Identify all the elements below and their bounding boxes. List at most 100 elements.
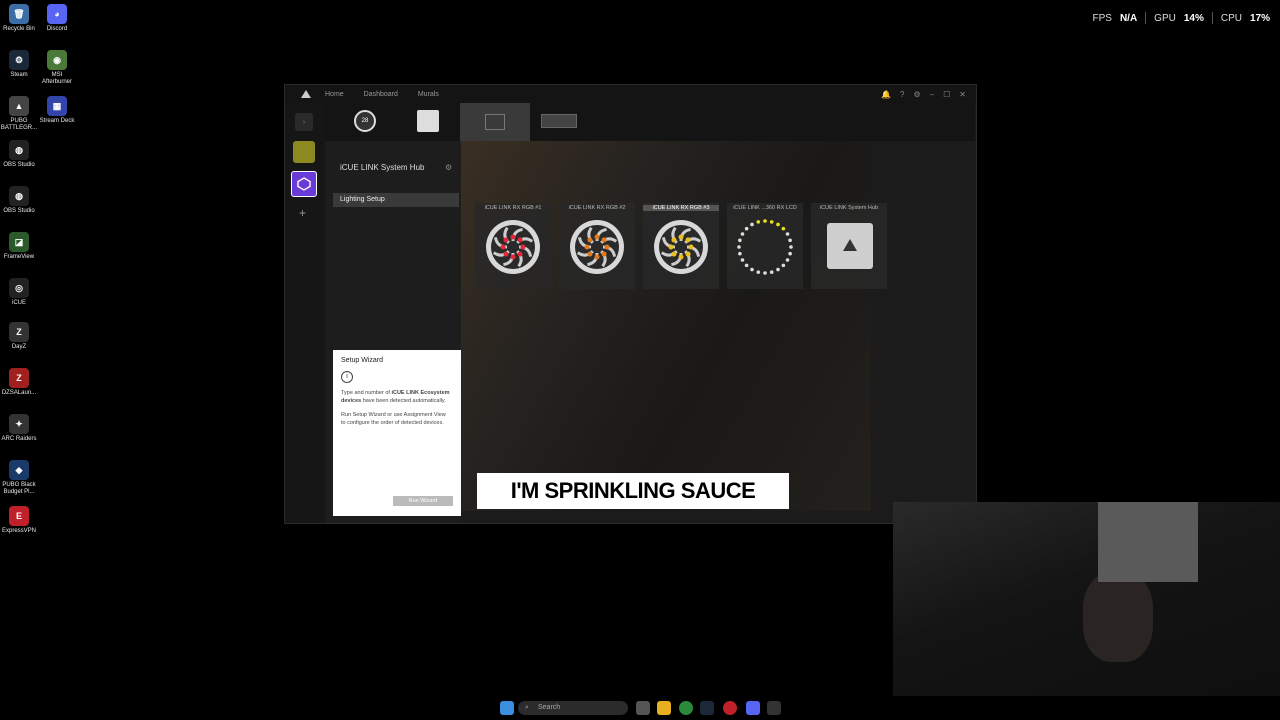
desktop-icon-label: OBS Studio <box>3 162 35 168</box>
desktop-icon[interactable]: Z DZSALaun... <box>0 368 38 397</box>
hub-selected-icon[interactable] <box>291 171 317 197</box>
desktop-icon[interactable]: ◍ OBS Studio <box>0 140 38 169</box>
title-bar: Home Dashboard Murals 🔔 ? ⚙ – ☐ ✕ <box>285 85 976 103</box>
taskbar-search[interactable]: ⌕ Search <box>518 701 628 715</box>
desktop-icon-label: Discord <box>46 26 68 32</box>
main-nav: Home Dashboard Murals <box>325 91 457 98</box>
wizard-text-1: Type and number of iCUE LINK Ecosystem d… <box>341 390 450 404</box>
collapse-button[interactable]: › <box>295 113 313 131</box>
nav-murals[interactable]: Murals <box>418 91 439 98</box>
dzsa-icon: Z <box>9 368 29 388</box>
device-card[interactable]: iCUE LINK RX RGB #3 <box>643 203 719 289</box>
dayz-icon: Z <box>9 322 29 342</box>
desktop-icon-label: PUBG Black Budget Pl... <box>2 482 36 495</box>
desktop-icon[interactable]: ◍ OBS Studio <box>0 186 38 215</box>
desktop-icon[interactable]: ◕ Discord <box>38 4 76 33</box>
discord-icon: ◕ <box>47 4 67 24</box>
discord-taskbar-icon[interactable] <box>746 701 760 715</box>
hub-icon <box>827 223 873 269</box>
desktop-icon-label: DZSALaun... <box>1 390 37 396</box>
device-card[interactable]: iCUE LINK ...360 RX LCD <box>727 203 803 289</box>
hub-settings-icon[interactable]: ⚙ <box>445 163 452 172</box>
performance-overlay: FPS N/A GPU 14% CPU 17% <box>1092 12 1270 24</box>
desktop-icon-label: MSI Afterburner <box>41 72 72 85</box>
device-keyboard-icon[interactable] <box>460 103 530 141</box>
video-caption: I'M SPRINKLING SAUCE <box>477 473 789 509</box>
fan-icon <box>654 220 708 274</box>
desktop-icon-label: Stream Deck <box>39 118 75 124</box>
msi-afterburner-icon: ◉ <box>47 50 67 70</box>
device-card[interactable]: iCUE LINK RX RGB #1 <box>475 203 551 289</box>
desktop-icon[interactable]: ◪ FrameView <box>0 232 38 261</box>
run-wizard-button[interactable]: Run Wizard <box>393 496 453 506</box>
device-badge: 28 <box>361 118 369 124</box>
nav-dashboard[interactable]: Dashboard <box>364 91 398 98</box>
desktop-icon[interactable]: ◎ iCUE <box>0 278 38 307</box>
close-icon[interactable]: ✕ <box>959 90 966 99</box>
chrome-icon[interactable] <box>679 701 693 715</box>
desktop-icon[interactable]: ⚙ Steam <box>0 50 38 79</box>
device-card-label: iCUE LINK System Hub <box>819 205 879 211</box>
icue-icon: ◎ <box>9 278 29 298</box>
fps-label: FPS <box>1092 12 1112 24</box>
taskbar: ⌕ Search <box>0 696 1280 720</box>
device-card-label: iCUE LINK ...360 RX LCD <box>733 205 797 211</box>
lighting-setup-item[interactable]: Lighting Setup <box>333 193 459 207</box>
desktop-icon-label: ARC Raiders <box>1 436 37 442</box>
fan-icon <box>570 220 624 274</box>
minimize-icon[interactable]: – <box>930 90 934 99</box>
cpu-label: CPU <box>1220 12 1242 24</box>
divider <box>1211 12 1213 24</box>
device-fan-icon[interactable] <box>415 108 441 134</box>
windows-start-icon[interactable] <box>500 701 514 715</box>
desktop-icon-label: Recycle Bin <box>3 26 35 32</box>
obs-icon-2: ◍ <box>9 186 29 206</box>
taskbar-app-icon[interactable] <box>723 701 737 715</box>
desktop-icon[interactable]: ◉ MSI Afterburner <box>38 50 76 86</box>
search-icon: ⌕ <box>525 704 529 711</box>
file-explorer-icon[interactable] <box>657 701 671 715</box>
fan-icon <box>486 220 540 274</box>
maximize-icon[interactable]: ☐ <box>943 90 950 99</box>
icue-window: Home Dashboard Murals 🔔 ? ⚙ – ☐ ✕ › + 28 <box>284 84 977 524</box>
divider <box>1145 12 1147 24</box>
task-view-icon[interactable] <box>636 701 650 715</box>
pubg-black-budget-icon: ◆ <box>9 460 29 480</box>
device-card[interactable]: iCUE LINK RX RGB #2 <box>559 203 635 289</box>
desktop-icon[interactable]: E ExpressVPN <box>0 506 38 535</box>
desktop-icon[interactable]: ✦ ARC Raiders <box>0 414 38 443</box>
add-device-icon[interactable]: + <box>299 206 306 220</box>
desktop-icon[interactable]: 🗑 Recycle Bin <box>0 4 38 33</box>
bell-icon[interactable]: 🔔 <box>881 90 891 99</box>
device-card[interactable]: iCUE LINK System Hub <box>811 203 887 289</box>
pubg-icon: ▲ <box>9 96 29 116</box>
steam-icon: ⚙ <box>9 50 29 70</box>
desktop-icon-label: ExpressVPN <box>1 528 36 534</box>
corsair-logo-icon <box>301 90 311 98</box>
settings-gear-icon[interactable]: ⚙ <box>914 90 921 99</box>
desktop-icon[interactable]: Z DayZ <box>0 322 38 351</box>
hub-title: iCUE LINK System Hub <box>340 163 425 172</box>
desktop-icon-label: Steam <box>10 72 28 78</box>
help-icon[interactable]: ? <box>900 90 904 99</box>
recycle-bin-icon: 🗑 <box>9 4 29 24</box>
setup-wizard-card: Setup Wizard i Type and number of iCUE L… <box>333 350 461 516</box>
obs-icon: ◍ <box>9 140 29 160</box>
desktop-icon[interactable]: ◆ PUBG Black Budget Pl... <box>0 460 38 496</box>
icue-taskbar-icon[interactable] <box>767 701 781 715</box>
desktop-icon-label: DayZ <box>11 344 27 350</box>
video-overlay: I'M SPRINKLING SAUCE <box>461 141 871 511</box>
device-yellow-icon[interactable] <box>293 141 315 163</box>
desktop-icon-label: OBS Studio <box>3 208 35 214</box>
device-pump-icon[interactable]: 28 <box>352 108 378 134</box>
desktop-icon[interactable]: ▦ Stream Deck <box>38 96 76 125</box>
device-strip-icon[interactable] <box>540 108 578 134</box>
nav-home[interactable]: Home <box>325 91 344 98</box>
fps-value: N/A <box>1119 12 1138 24</box>
desktop-icon-label: PUBG BATTLEGR... <box>0 118 38 131</box>
desktop-icon[interactable]: ▲ PUBG BATTLEGR... <box>0 96 38 132</box>
window-controls: 🔔 ? ⚙ – ☐ ✕ <box>881 90 976 99</box>
device-bar: 28 <box>325 103 975 141</box>
device-card-label: iCUE LINK RX RGB #3 <box>643 205 719 211</box>
steam-taskbar-icon[interactable] <box>700 701 714 715</box>
